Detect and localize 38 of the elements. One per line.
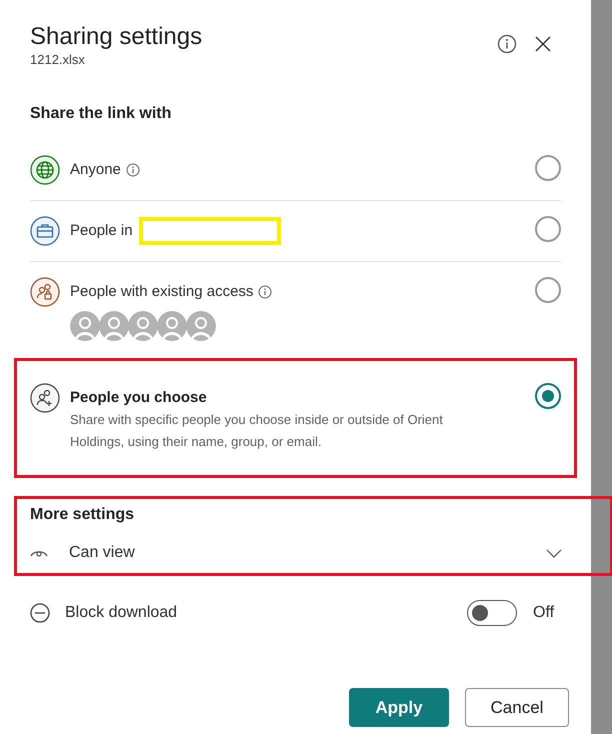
section-heading: More settings [30,505,136,525]
option-label: Block download [65,603,178,623]
option-label: People with existing access [70,282,254,302]
person-avatar [70,311,100,341]
briefcase-icon [30,216,60,246]
file-name: 1212.xlsx [30,52,86,68]
person-avatar [99,311,129,341]
share-option[interactable]: Anyone [30,140,561,201]
share-option[interactable]: People in [30,201,561,262]
dialog-title: Sharing settings [30,22,202,52]
globe-icon [30,155,60,185]
person-avatar [128,311,158,341]
share-option[interactable]: People with existing access [30,262,561,360]
toggle-switch[interactable] [467,600,517,626]
permission-dropdown[interactable]: Can view [30,541,562,565]
section-heading: Share the link with [30,104,172,124]
radio-button[interactable] [535,216,561,242]
people-add-icon [30,383,60,413]
radio-button[interactable] [535,277,561,303]
option-description: Share with specific people you choose inside or outside of Orient Holdings, using their name, group, or email. [70,411,444,451]
minus-circle-icon [30,603,50,623]
radio-button[interactable] [535,383,561,409]
info-icon[interactable] [258,285,272,299]
option-label: Anyone [70,160,121,180]
option-label: People in [70,220,133,241]
info-icon[interactable] [497,34,517,54]
chevron-down-icon [546,548,562,558]
apply-button[interactable]: Apply [349,688,449,727]
close-icon[interactable] [535,36,551,52]
share-option[interactable]: People you choose Share with specific people you choose inside or outside of Orient Holdings, using their name, group, or email. [30,361,561,475]
cancel-button[interactable]: Cancel [465,688,569,727]
radio-button[interactable] [535,155,561,181]
person-avatar [157,311,187,341]
option-label: People you choose [70,388,207,408]
toggle-state: Off [533,603,556,623]
info-icon[interactable] [126,163,140,177]
person-avatar [186,311,216,341]
people-lock-icon [30,277,60,307]
